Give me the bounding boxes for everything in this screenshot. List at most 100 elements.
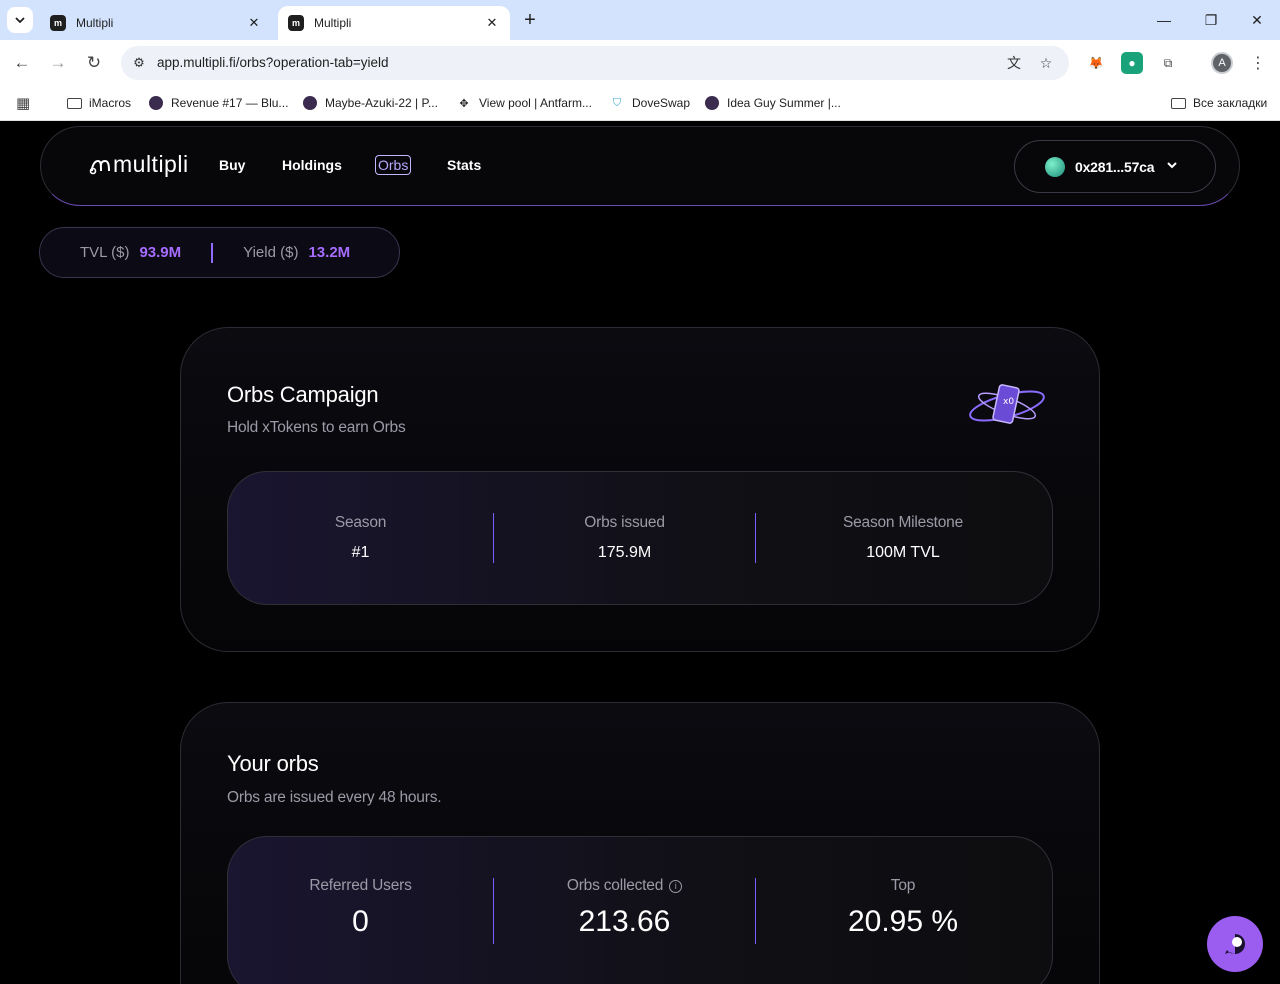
orbs-collected-label: Orbs collected (566, 877, 664, 894)
close-window-icon[interactable]: ✕ (1243, 8, 1271, 32)
season-label: Season (334, 514, 387, 531)
bookmark-maybe-azuki[interactable]: Maybe-Azuki-22 | P... (302, 93, 438, 113)
all-bookmarks-folder[interactable]: Все закладки (1170, 93, 1267, 113)
multipli-logo-icon (89, 159, 110, 174)
bookmark-label: Maybe-Azuki-22 | P... (325, 96, 438, 110)
your-orbs-title: Your orbs (227, 751, 319, 776)
new-tab-icon[interactable]: + (518, 8, 542, 32)
bookmarks-bar: ▦ iMacros Revenue #17 — Blu... Maybe-Azu… (0, 86, 1280, 121)
bookmark-imacros[interactable]: iMacros (66, 93, 131, 113)
back-icon[interactable]: ← (9, 50, 35, 76)
minimize-icon[interactable]: — (1150, 8, 1178, 32)
bookmark-star-icon[interactable]: ☆ (1036, 53, 1056, 73)
close-tab-icon[interactable]: ✕ (484, 15, 500, 31)
address-bar[interactable]: ⚙ app.multipli.fi/orbs?operation-tab=yie… (121, 46, 1069, 80)
wallet-avatar (1045, 156, 1065, 177)
orbs-collected-stat: Orbs collected i 213.66 (494, 877, 755, 939)
multipli-favicon-icon: m (288, 15, 304, 31)
eye-icon (302, 95, 318, 111)
season-milestone-value: 100M TVL (866, 544, 940, 561)
extension-icon[interactable]: ● (1121, 52, 1143, 74)
yield-label: Yield ($) (243, 244, 299, 261)
tab-title: Multipli (314, 16, 352, 30)
orbs-issued-label: Orbs issued (584, 514, 665, 531)
close-tab-icon[interactable]: ✕ (246, 15, 262, 31)
wallet-address: 0x281...57ca (1075, 158, 1155, 175)
eye-icon (148, 95, 164, 111)
extensions-puzzle-icon[interactable]: ⧉ (1157, 52, 1179, 74)
orb-cube-icon: x0 (969, 384, 1045, 424)
top-value: 20.95 % (847, 905, 959, 938)
tab-strip: m Multipli ✕ m Multipli ✕ + — ❐ ✕ (0, 0, 1280, 40)
top-rank-stat: Top 20.95 % (756, 877, 1050, 939)
campaign-title: Orbs Campaign (227, 382, 379, 407)
support-chat-button[interactable] (1207, 916, 1263, 972)
multipli-logo[interactable]: multipli (89, 151, 189, 178)
profile-avatar[interactable]: A (1211, 52, 1233, 74)
orbs-issued-stat: Orbs issued 175.9M (494, 514, 755, 562)
folder-icon (1170, 95, 1186, 111)
browser-toolbar: ← → ↻ ⚙ app.multipli.fi/orbs?operation-t… (0, 40, 1280, 86)
restore-icon[interactable]: ❐ (1197, 8, 1225, 32)
reload-icon[interactable]: ↻ (81, 50, 107, 76)
referred-users-stat: Referred Users 0 (228, 877, 493, 939)
nav-holdings[interactable]: Holdings (282, 157, 342, 173)
season-milestone-stat: Season Milestone 100M TVL (756, 514, 1050, 562)
eye-icon (704, 95, 720, 111)
bookmark-doveswap[interactable]: ⛉ DoveSwap (609, 93, 690, 113)
your-orbs-card: Your orbs Orbs are issued every 48 hours… (180, 702, 1100, 984)
info-icon[interactable]: i (669, 879, 683, 893)
chevron-down-icon (1167, 162, 1177, 169)
antfarm-icon: ✥ (459, 97, 469, 110)
season-stat: Season #1 (228, 514, 493, 562)
svg-text:x0: x0 (1003, 397, 1014, 407)
bookmark-revenue[interactable]: Revenue #17 — Blu... (148, 93, 288, 113)
bookmark-label: Idea Guy Summer |... (727, 96, 841, 110)
chevron-down-icon (15, 17, 25, 24)
tvl-yield-stats: TVL ($) 93.9M Yield ($) 13.2M (39, 227, 400, 278)
menu-kebab-icon[interactable]: ⋮ (1247, 52, 1269, 74)
bookmark-idea-guy[interactable]: Idea Guy Summer |... (704, 93, 841, 113)
campaign-subtitle: Hold xTokens to earn Orbs (227, 419, 406, 436)
bookmark-label: View pool | Antfarm... (479, 96, 592, 110)
bookmark-label: iMacros (89, 96, 132, 110)
wallet-button[interactable]: 0x281...57ca (1014, 140, 1216, 193)
site-settings-icon[interactable]: ⚙ (129, 53, 149, 73)
campaign-stats-panel: Season #1 Orbs issued 175.9M Season Mile… (227, 471, 1053, 605)
nav-stats[interactable]: Stats (447, 157, 481, 173)
bookmark-view-pool[interactable]: ✥ View pool | Antfarm... (456, 93, 592, 113)
translate-icon[interactable]: 文 (1004, 53, 1024, 73)
metamask-extension-icon[interactable]: 🦊 (1085, 52, 1107, 74)
app-navbar: multipli Buy Holdings Orbs Stats 0x281..… (40, 126, 1240, 206)
your-orbs-subtitle: Orbs are issued every 48 hours. (227, 789, 442, 806)
tvl-label: TVL ($) (80, 244, 130, 261)
season-milestone-label: Season Milestone (842, 514, 963, 531)
nav-buy[interactable]: Buy (219, 157, 245, 173)
nav-orbs[interactable]: Orbs (375, 155, 412, 175)
tab-title: Multipli (76, 16, 114, 30)
doveswap-icon: ⛉ (612, 96, 622, 109)
bookmark-label: Все закладки (1193, 96, 1268, 110)
yield-value: 13.2M (308, 244, 351, 261)
season-value: #1 (351, 544, 370, 561)
referred-users-label: Referred Users (309, 877, 412, 894)
orbs-collected-value: 213.66 (578, 905, 671, 938)
divider (211, 242, 214, 263)
your-orbs-stats-panel: Referred Users 0 Orbs collected i 213.66… (227, 836, 1053, 984)
page-content: multipli Buy Holdings Orbs Stats 0x281..… (0, 121, 1280, 984)
tvl-value: 93.9M (139, 244, 182, 261)
forward-icon[interactable]: → (45, 50, 71, 76)
apps-grid-icon[interactable]: ▦ (16, 93, 30, 113)
tab-multipli-1[interactable]: m Multipli ✕ (40, 6, 272, 40)
multipli-favicon-icon: m (50, 15, 66, 31)
referred-users-value: 0 (352, 905, 369, 938)
bookmark-label: Revenue #17 — Blu... (171, 96, 289, 110)
bookmark-label: DoveSwap (632, 96, 691, 110)
tab-multipli-2[interactable]: m Multipli ✕ (278, 6, 510, 40)
url-text[interactable]: app.multipli.fi/orbs?operation-tab=yield (157, 55, 389, 70)
brand-name: multipli (113, 151, 189, 177)
tab-search-button[interactable] (7, 7, 33, 33)
folder-icon (66, 95, 82, 111)
top-label: Top (890, 877, 916, 894)
browser-chrome: m Multipli ✕ m Multipli ✕ + — ❐ ✕ ← → ↻ … (0, 0, 1280, 121)
